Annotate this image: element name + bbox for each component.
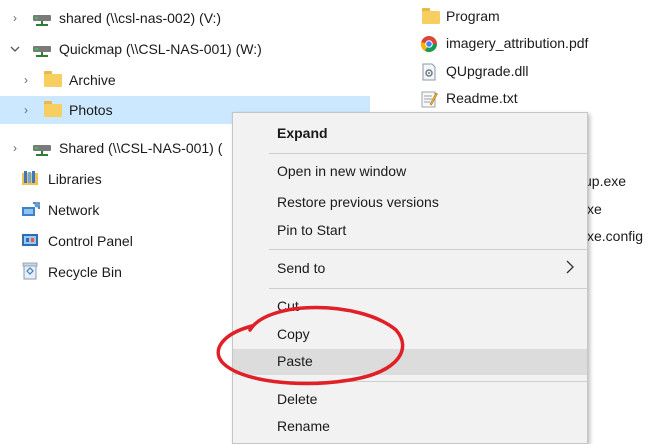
menu-item-label: Send to: [277, 260, 326, 276]
chevron-right-icon[interactable]: ›: [8, 11, 22, 25]
network-drive-icon: [33, 41, 51, 57]
file-item-program[interactable]: Program: [370, 3, 648, 29]
nav-item-shared-v[interactable]: › shared (\\csl-nas-002) (V:): [0, 4, 370, 32]
menu-item-send-to[interactable]: Send to: [233, 256, 587, 282]
nav-item-quickmap-w[interactable]: Quickmap (\\CSL-NAS-001) (W:): [0, 35, 370, 63]
menu-item-label: Expand: [277, 125, 328, 141]
file-name: Readme.txt: [446, 90, 518, 106]
chevron-right-icon[interactable]: ›: [19, 73, 33, 87]
nav-item-label: Recycle Bin: [48, 264, 122, 280]
nav-item-label: Network: [48, 202, 100, 218]
menu-item-copy[interactable]: Copy: [233, 322, 587, 348]
network-drive-icon: [33, 10, 51, 26]
dll-file-icon: [420, 63, 438, 81]
chrome-icon: [420, 35, 438, 53]
text-file-icon: [420, 90, 438, 108]
nav-item-label: Libraries: [48, 171, 102, 187]
menu-item-label: Cut: [277, 298, 299, 314]
recycle-bin-icon: [22, 262, 40, 280]
file-name-partial: xe: [587, 201, 602, 217]
chevron-right-icon: [565, 259, 575, 278]
chevron-down-icon[interactable]: [8, 42, 22, 56]
folder-icon: [422, 8, 440, 26]
nav-item-label: Photos: [69, 102, 113, 118]
menu-item-rename[interactable]: Rename: [233, 414, 587, 440]
network-drive-icon: [33, 140, 51, 156]
menu-item-label: Delete: [277, 391, 318, 407]
menu-item-label: Pin to Start: [277, 222, 347, 238]
menu-item-restore-previous-versions[interactable]: Restore previous versions: [233, 190, 587, 216]
menu-item-cut[interactable]: Cut: [233, 294, 587, 320]
nav-item-label: Shared (\\CSL-NAS-001) (: [59, 140, 223, 156]
file-item-qupgrade[interactable]: QUpgrade.dll: [370, 58, 648, 84]
menu-separator: [269, 249, 587, 250]
nav-item-label: Quickmap (\\CSL-NAS-001) (W:): [59, 41, 262, 57]
file-item-imagery-attribution[interactable]: imagery_attribution.pdf: [370, 30, 648, 56]
menu-item-label: Open in new window: [277, 163, 407, 179]
menu-item-expand[interactable]: Expand: [233, 121, 587, 147]
chevron-right-icon[interactable]: ›: [19, 103, 33, 117]
nav-item-label: shared (\\csl-nas-002) (V:): [59, 10, 222, 26]
nav-item-label: Control Panel: [48, 233, 133, 249]
chevron-right-icon[interactable]: ›: [8, 141, 22, 155]
folder-icon: [44, 71, 62, 87]
menu-item-open-new-window[interactable]: Open in new window: [233, 159, 587, 185]
control-panel-icon: [21, 232, 39, 248]
nav-item-label: Archive: [69, 72, 116, 88]
menu-separator: [269, 288, 587, 289]
menu-item-label: Restore previous versions: [277, 194, 439, 210]
menu-item-label: Copy: [277, 326, 310, 342]
file-name: imagery_attribution.pdf: [446, 35, 589, 51]
context-menu: Expand Open in new window Restore previo…: [232, 112, 588, 444]
menu-item-pin-to-start[interactable]: Pin to Start: [233, 218, 587, 244]
menu-item-paste[interactable]: Paste: [233, 349, 587, 375]
nav-item-archive[interactable]: › Archive: [0, 66, 370, 94]
file-name-partial: up.exe: [584, 173, 627, 189]
libraries-icon: [21, 170, 39, 186]
file-item-readme[interactable]: Readme.txt: [370, 85, 648, 111]
menu-separator: [269, 153, 587, 154]
file-name: QUpgrade.dll: [446, 63, 529, 79]
network-icon: [21, 201, 40, 217]
file-name: Program: [446, 8, 500, 24]
file-name-partial: xe.config: [587, 228, 644, 244]
menu-item-delete[interactable]: Delete: [233, 387, 587, 413]
folder-icon: [44, 101, 62, 117]
menu-separator: [269, 381, 587, 382]
menu-item-label: Paste: [277, 353, 313, 369]
